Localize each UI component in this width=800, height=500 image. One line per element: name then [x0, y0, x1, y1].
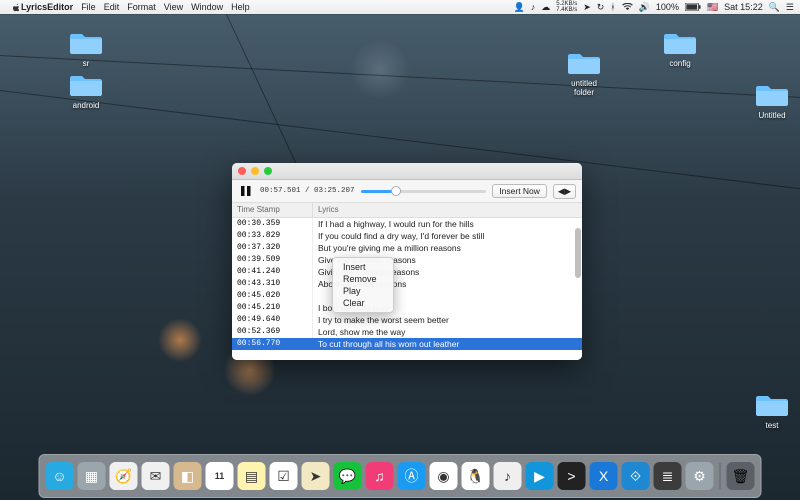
dock-vscode[interactable]: ⟐ [622, 462, 650, 490]
dock-preferences[interactable]: ⚙ [686, 462, 714, 490]
dock-itunes[interactable]: ♫ [366, 462, 394, 490]
apple-menu-icon[interactable] [12, 3, 21, 12]
dock-mail[interactable]: ✉ [142, 462, 170, 490]
col-lyrics[interactable]: Lyrics [313, 203, 582, 217]
ctx-play[interactable]: Play [333, 285, 393, 297]
table-row[interactable]: 00:39.509Give me a million reasons [232, 254, 582, 266]
table-row[interactable]: 00:52.369Lord, show me the way [232, 326, 582, 338]
bluetooth-icon[interactable]: ᚼ [610, 2, 615, 12]
toolbar: 00:57.501 / 03:25.207 Insert Now ◀▶ [232, 180, 582, 203]
table-row[interactable]: 00:49.640I try to make the worst seem be… [232, 314, 582, 326]
clock: Sat 15:22 [724, 2, 763, 12]
nudge-buttons[interactable]: ◀▶ [553, 184, 576, 199]
dock-messages[interactable]: 💬 [334, 462, 362, 490]
dock-calendar[interactable]: 11 [206, 462, 234, 490]
col-timestamp[interactable]: Time Stamp [232, 203, 313, 217]
menu-view[interactable]: View [164, 2, 183, 12]
menu-file[interactable]: File [81, 2, 96, 12]
dock-notes[interactable]: ▤ [238, 462, 266, 490]
cloud-icon[interactable]: ☁ [541, 2, 550, 13]
zoom-icon[interactable] [264, 167, 272, 175]
time-position: 00:57.501 / 03:25.207 [260, 187, 355, 195]
table-row[interactable]: 00:33.829If you could find a dry way, I'… [232, 230, 582, 242]
dock-reminders[interactable]: ☑ [270, 462, 298, 490]
folder-sr[interactable]: sr [66, 30, 106, 68]
dock-maps[interactable]: ➤ [302, 462, 330, 490]
scrollbar[interactable] [575, 218, 581, 360]
dock-xcode[interactable]: X [590, 462, 618, 490]
table-row[interactable]: 00:30.359If I had a highway, I would run… [232, 218, 582, 230]
folder-test[interactable]: test [752, 392, 792, 430]
progress-slider[interactable] [361, 190, 487, 193]
dock: ☺▦🧭✉◧11▤☑➤💬♫Ⓐ◉🐧♪▶>X⟐≣⚙ 🗑 [39, 454, 762, 498]
menubar: LyricsEditor File Edit Format View Window Hel… [0, 0, 800, 14]
user-icon[interactable]: 👤 [513, 2, 524, 13]
input-source-icon[interactable]: 🇺🇸 [707, 2, 718, 13]
folder-android[interactable]: android [66, 72, 106, 110]
notifications-icon[interactable]: ☰ [786, 2, 794, 13]
desktop: LyricsEditor File Edit Format View Window Hel… [0, 0, 800, 500]
ctx-remove[interactable]: Remove [333, 273, 393, 285]
dock-lyricseditor[interactable]: ♪ [494, 462, 522, 490]
folder-config[interactable]: config [660, 30, 700, 68]
network-speed: 5.2KB/s 7.4KB/s [556, 1, 577, 13]
battery-icon[interactable] [685, 3, 701, 11]
context-menu: InsertRemovePlayClear [332, 257, 394, 313]
app-name[interactable]: LyricsEditor [21, 2, 73, 12]
battery-label: 100% [656, 2, 679, 12]
ctx-clear[interactable]: Clear [333, 297, 393, 309]
table-row[interactable]: 00:41.240Givin' me a million reasons [232, 266, 582, 278]
menu-window[interactable]: Window [191, 2, 223, 12]
insert-now-button[interactable]: Insert Now [492, 184, 547, 198]
music-icon[interactable]: ♪ [531, 2, 536, 12]
dock-tengxun[interactable]: ▶ [526, 462, 554, 490]
menu-help[interactable]: Help [231, 2, 250, 12]
dock-contacts[interactable]: ◧ [174, 462, 202, 490]
titlebar[interactable] [232, 163, 582, 180]
dock-trash[interactable]: 🗑 [727, 462, 755, 490]
table-row[interactable]: 00:37.320But you're giving me a million … [232, 242, 582, 254]
folder-Untitled[interactable]: Untitled [752, 82, 792, 120]
volume-icon[interactable]: 🔊 [639, 2, 650, 13]
lyrics-editor-window: 00:57.501 / 03:25.207 Insert Now ◀▶ Time… [232, 163, 582, 360]
dock-safari[interactable]: 🧭 [110, 462, 138, 490]
table-row[interactable]: 00:45.020 [232, 290, 582, 302]
dock-chrome[interactable]: ◉ [430, 462, 458, 490]
table-row[interactable]: 00:43.310About a million reasons [232, 278, 582, 290]
lyrics-table[interactable]: 00:30.359If I had a highway, I would run… [232, 218, 582, 360]
dock-divider [720, 463, 721, 489]
table-row[interactable]: 00:56.770To cut through all his worn out… [232, 338, 582, 350]
dock-finder[interactable]: ☺ [46, 462, 74, 490]
play-pause-button[interactable] [238, 183, 254, 199]
sync-icon[interactable]: ↻ [597, 2, 605, 13]
dock-qq[interactable]: 🐧 [462, 462, 490, 490]
dock-activity[interactable]: ≣ [654, 462, 682, 490]
close-icon[interactable] [238, 167, 246, 175]
spotlight-icon[interactable]: 🔍 [769, 2, 780, 13]
location-icon[interactable]: ➤ [583, 2, 591, 13]
menu-format[interactable]: Format [127, 2, 156, 12]
table-row[interactable]: 00:45.210I bow down to pray [232, 302, 582, 314]
dock-launchpad[interactable]: ▦ [78, 462, 106, 490]
dock-appstore[interactable]: Ⓐ [398, 462, 426, 490]
ctx-insert[interactable]: Insert [333, 261, 393, 273]
table-header: Time Stamp Lyrics [232, 203, 582, 218]
wifi-icon[interactable] [622, 3, 633, 11]
minimize-icon[interactable] [251, 167, 259, 175]
folder-untitled-folder[interactable]: untitled folder [564, 50, 604, 97]
dock-terminal[interactable]: > [558, 462, 586, 490]
menu-edit[interactable]: Edit [104, 2, 120, 12]
